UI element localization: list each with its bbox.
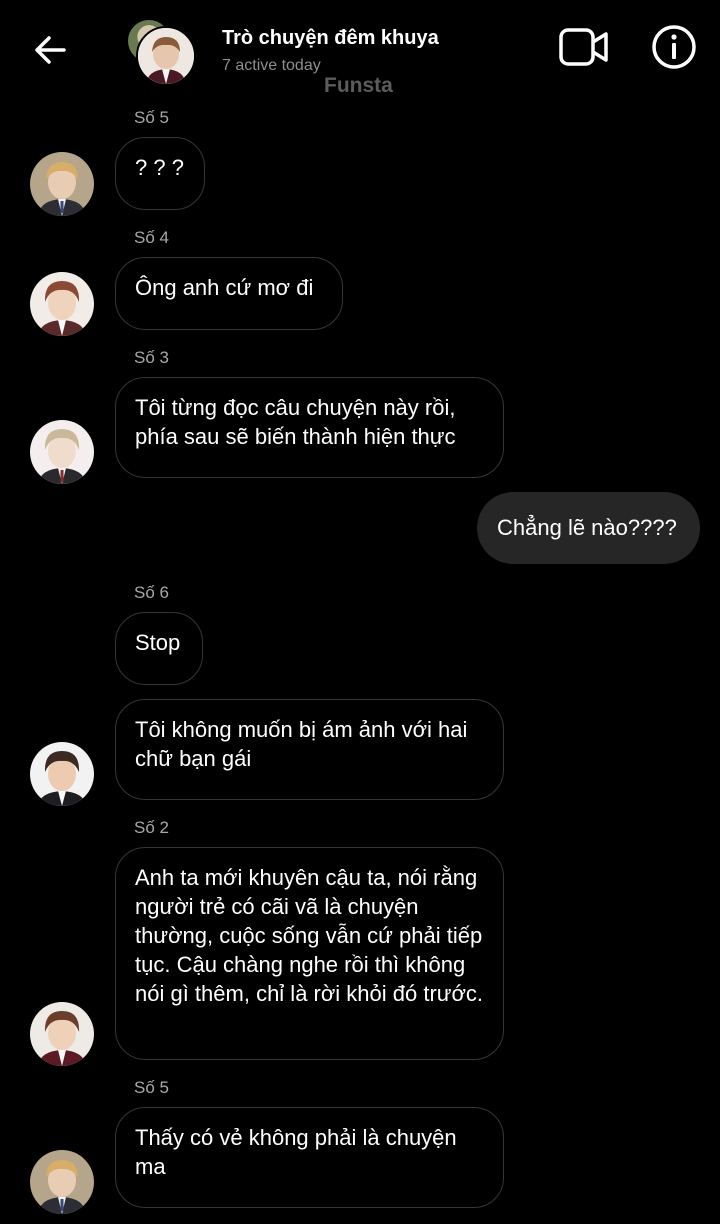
sender-name: Số 2	[134, 818, 169, 837]
sender-name: Số 4	[134, 228, 169, 247]
sender-avatar[interactable]	[30, 1150, 94, 1214]
chat-header: Trò chuyện đêm khuya 7 active today Funs…	[0, 0, 720, 100]
active-status: 7 active today	[222, 57, 321, 74]
sender-name: Số 6	[134, 583, 169, 602]
message-bubble[interactable]: Anh ta mới khuyên cậu ta, nói rằng người…	[115, 847, 504, 1060]
message-bubble[interactable]: Tôi từng đọc câu chuyện này rồi, phía sa…	[115, 377, 504, 478]
sender-avatar[interactable]	[30, 272, 94, 336]
sender-avatar[interactable]	[30, 742, 94, 806]
group-avatar[interactable]	[136, 26, 196, 86]
video-call-button[interactable]	[558, 27, 610, 67]
arrow-left-icon	[35, 36, 66, 64]
message-bubble[interactable]: ? ? ?	[115, 137, 205, 210]
sender-avatar[interactable]	[30, 152, 94, 216]
back-button[interactable]	[30, 30, 70, 70]
info-icon	[652, 25, 696, 69]
video-camera-icon	[559, 28, 608, 66]
sender-avatar[interactable]	[30, 420, 94, 484]
message-bubble[interactable]: Ông anh cứ mơ đi	[115, 257, 343, 330]
watermark: Funsta	[324, 74, 393, 97]
sender-avatar[interactable]	[30, 1002, 94, 1066]
sender-name: Số 5	[134, 1078, 169, 1097]
sender-name: Số 5	[134, 108, 169, 127]
message-bubble[interactable]: Tôi không muốn bị ám ảnh với hai chữ bạn…	[115, 699, 504, 800]
sender-name: Số 3	[134, 348, 169, 367]
outgoing-message-bubble[interactable]: Chẳng lẽ nào????	[477, 492, 700, 564]
info-button[interactable]	[650, 23, 698, 71]
chat-title[interactable]: Trò chuyện đêm khuya	[222, 27, 439, 50]
message-bubble[interactable]: Thấy có vẻ không phải là chuyện ma	[115, 1107, 504, 1208]
message-bubble[interactable]: Stop	[115, 612, 203, 685]
